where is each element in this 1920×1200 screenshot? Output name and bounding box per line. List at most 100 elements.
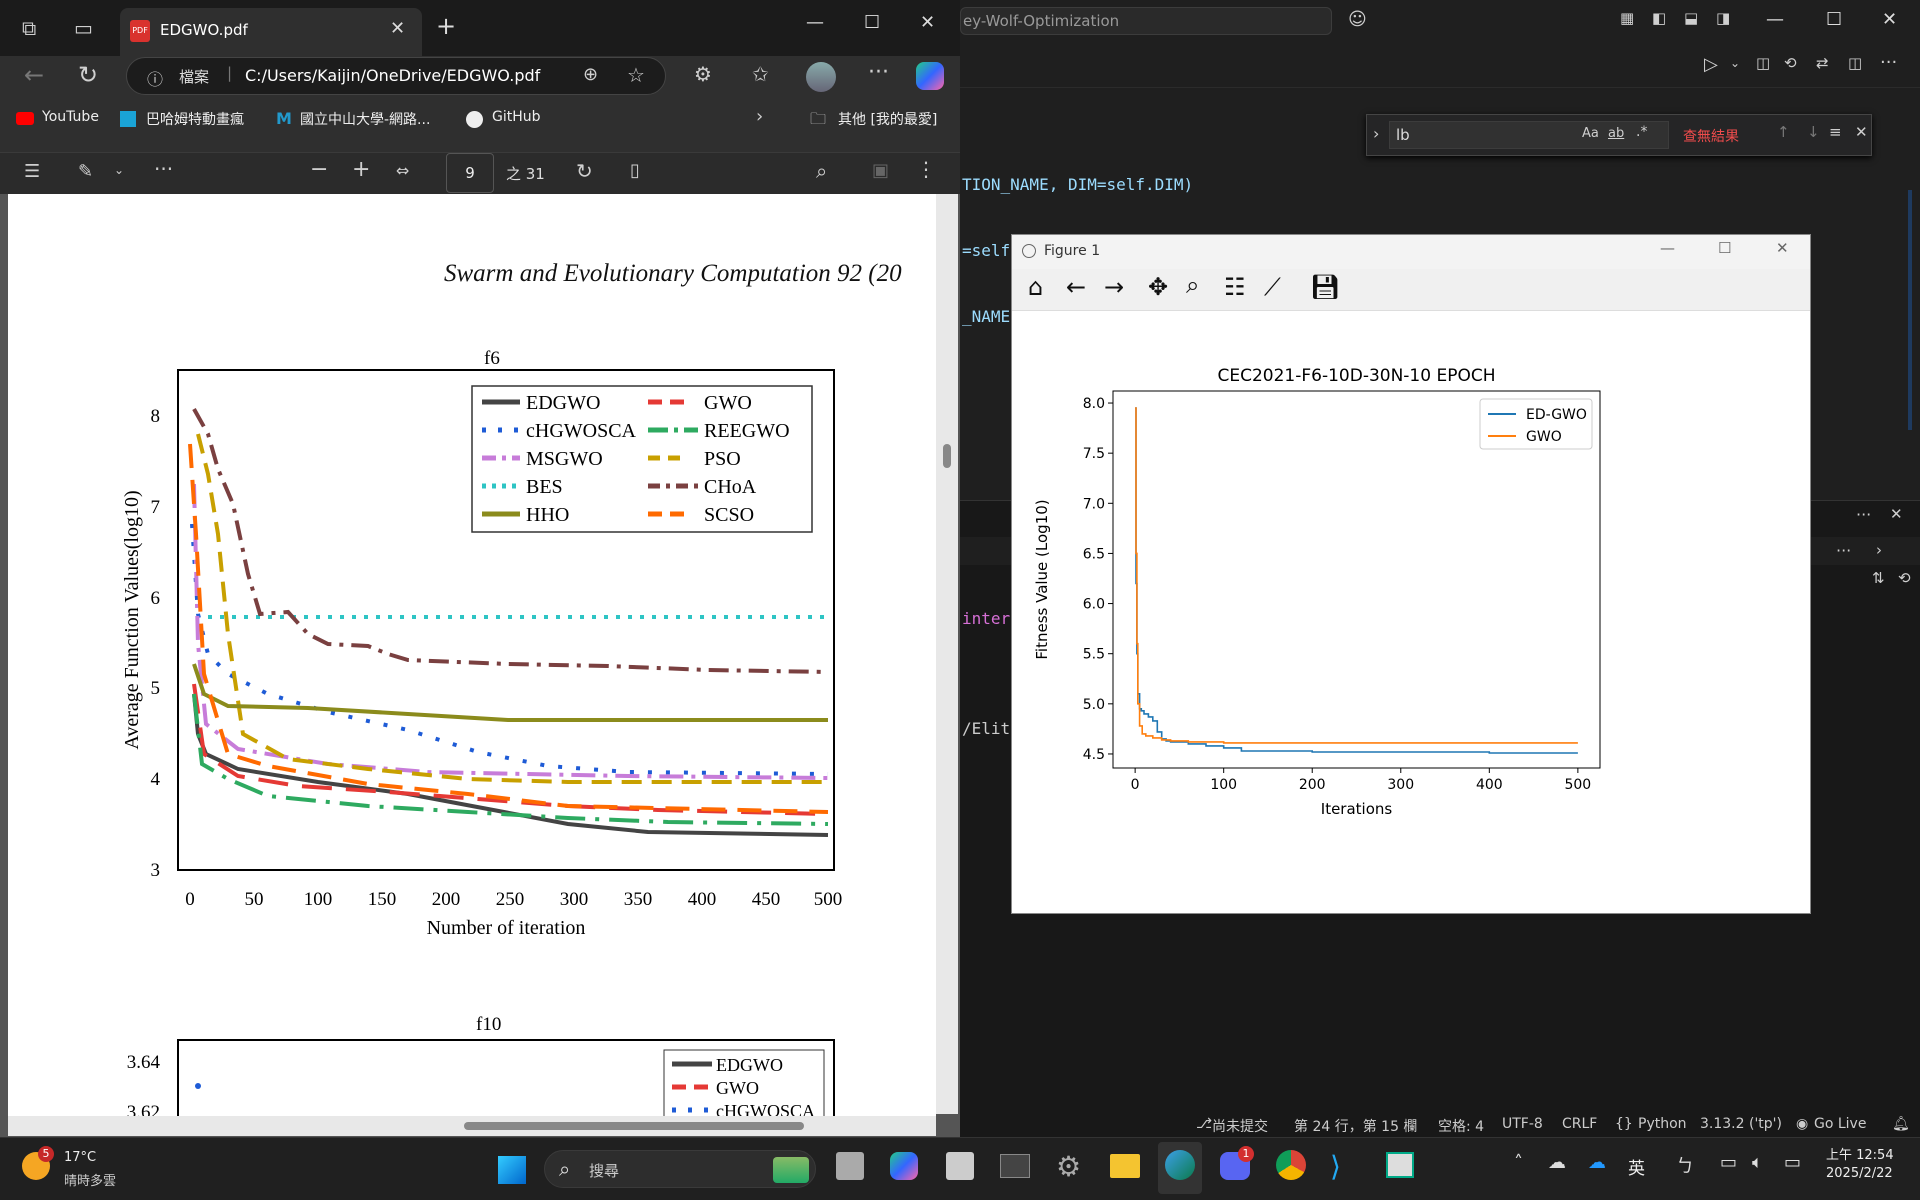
python-version[interactable]: 3.13.2 ('tp') xyxy=(1700,1116,1782,1132)
whole-word-icon[interactable]: ab xyxy=(1608,126,1624,141)
refresh-icon[interactable]: ↻ xyxy=(78,61,98,89)
maximize-icon[interactable]: ☐ xyxy=(864,12,880,33)
page-view-icon[interactable]: ▯ xyxy=(630,160,640,181)
back-icon[interactable]: ← xyxy=(24,61,44,89)
plot-canvas[interactable]: CEC2021-F6-10D-30N-10 EPOCH 0 100 200 300 400… xyxy=(1012,311,1810,913)
info-icon[interactable]: ⓘ xyxy=(147,66,163,90)
command-center[interactable]: ey-Wolf-Optimization xyxy=(960,7,1332,35)
store-icon[interactable] xyxy=(946,1152,974,1180)
ime-indicator[interactable]: 英 xyxy=(1628,1154,1645,1179)
address-bar[interactable]: ⓘ 檔案 | C:/Users/Kaijin/OneDrive/EDGWO.pd… xyxy=(126,57,666,95)
zoom-in-icon[interactable]: + xyxy=(352,157,370,182)
bookmark-bahamut[interactable]: 巴哈姆特動畫瘋 xyxy=(146,109,244,129)
figure-minimize-icon[interactable]: — xyxy=(1660,239,1675,257)
configure-subplots-icon[interactable]: ☷ xyxy=(1224,273,1246,301)
zoom-out-icon[interactable]: − xyxy=(310,157,328,182)
favorite-star-icon[interactable]: ☆ xyxy=(627,63,645,87)
terminal-chevron-icon[interactable]: › xyxy=(1876,541,1882,559)
horizontal-scroll-thumb[interactable] xyxy=(464,1122,804,1130)
address-text[interactable]: C:/Users/Kaijin/OneDrive/EDGWO.pdf xyxy=(245,66,540,85)
contents-icon[interactable]: ☰ xyxy=(24,161,40,182)
vscode-maximize-icon[interactable]: ☐ xyxy=(1826,9,1842,30)
bookmark-youtube[interactable]: YouTube xyxy=(42,109,99,125)
profile-avatar[interactable] xyxy=(806,62,836,92)
language-mode[interactable]: Python xyxy=(1638,1116,1687,1132)
favorites-icon[interactable]: ✩ xyxy=(752,62,769,86)
toggle-sidebar-icon[interactable]: ◧ xyxy=(1652,9,1666,27)
vscode-minimize-icon[interactable]: — xyxy=(1766,9,1784,30)
toggle-panel-icon[interactable]: ⬓ xyxy=(1684,9,1698,27)
horizontal-scrollbar[interactable] xyxy=(8,1116,936,1136)
chevron-right-icon[interactable]: › xyxy=(756,106,763,127)
bookmark-other[interactable]: 其他 [我的最愛] xyxy=(838,109,937,129)
toggle-replace-icon[interactable]: › xyxy=(1373,124,1379,143)
terminal-app-icon[interactable] xyxy=(1000,1154,1030,1178)
find-in-selection-icon[interactable]: ≡ xyxy=(1829,123,1842,141)
save-icon[interactable]: ▣ xyxy=(872,160,889,181)
git-status[interactable]: 尚未提交 xyxy=(1212,1116,1268,1136)
edit-axis-icon[interactable]: ⟋ xyxy=(1264,273,1281,301)
find-input[interactable]: lb Aa ab .* xyxy=(1389,121,1669,149)
vertical-tabs-icon[interactable]: ▭ xyxy=(74,16,93,40)
taskbar-search[interactable]: ⌕ 搜尋 xyxy=(544,1150,816,1188)
forward-arrow-icon[interactable]: → xyxy=(1104,273,1124,301)
go-live[interactable]: Go Live xyxy=(1814,1116,1866,1132)
layout-icon[interactable]: ▦ xyxy=(1620,9,1634,27)
copilot-chat-icon[interactable]: ☺ xyxy=(1348,9,1367,30)
zhuyin-icon[interactable]: ㄅ xyxy=(1676,1152,1694,1178)
new-tab-icon[interactable]: + xyxy=(436,12,456,40)
network-icon[interactable]: ▭ xyxy=(1720,1152,1737,1173)
fit-width-icon[interactable]: ⇔ xyxy=(396,161,409,180)
indentation[interactable]: 空格: 4 xyxy=(1438,1116,1484,1136)
cursor-position[interactable]: 第 24 行，第 15 欄 xyxy=(1294,1116,1417,1136)
copilot-icon[interactable] xyxy=(916,62,944,90)
more-tools-icon[interactable]: ··· xyxy=(154,157,173,181)
figure-maximize-icon[interactable]: ☐ xyxy=(1718,239,1731,257)
timeline-icon[interactable]: ⟲ xyxy=(1784,54,1797,72)
encoding[interactable]: UTF-8 xyxy=(1502,1116,1543,1132)
pan-icon[interactable]: ✥ xyxy=(1148,273,1168,301)
chevron-down-icon[interactable]: ⌄ xyxy=(114,163,124,177)
save-figure-icon[interactable]: 💾︎ xyxy=(1310,273,1340,301)
eol[interactable]: CRLF xyxy=(1562,1116,1597,1132)
home-icon[interactable]: ⌂ xyxy=(1028,273,1043,301)
notifications-icon[interactable]: 🔔︎ xyxy=(1892,1116,1910,1132)
workspaces-icon[interactable]: ⧉ xyxy=(22,16,36,40)
vscode-close-icon[interactable]: ✕ xyxy=(1882,9,1897,30)
terminal-history-icon[interactable]: ⟲ xyxy=(1898,569,1911,587)
extensions-icon[interactable]: ⚙ xyxy=(694,62,712,86)
split-editor-icon[interactable]: ◫ xyxy=(1848,54,1862,72)
run-icon[interactable]: ▷ xyxy=(1704,54,1718,75)
bookmark-nsysu[interactable]: 國立中山大學-網路... xyxy=(300,109,430,129)
panel-more-icon[interactable]: ··· xyxy=(1856,505,1871,524)
back-arrow-icon[interactable]: ← xyxy=(1066,273,1086,301)
match-case-icon[interactable]: Aa xyxy=(1582,126,1599,141)
battery-icon[interactable]: ▭ xyxy=(1784,1152,1801,1173)
regex-icon[interactable]: .* xyxy=(1636,124,1647,140)
page-number-input[interactable]: 9 xyxy=(446,153,494,193)
settings-icon[interactable]: ⚙ xyxy=(1056,1150,1081,1183)
run-chevron-icon[interactable]: ⌄ xyxy=(1730,56,1740,70)
next-match-icon[interactable]: ↓ xyxy=(1807,123,1820,141)
vertical-scroll-thumb[interactable] xyxy=(943,444,951,468)
close-find-icon[interactable]: ✕ xyxy=(1855,123,1868,141)
start-icon[interactable] xyxy=(498,1156,526,1184)
volume-icon[interactable]: 🔈︎ xyxy=(1752,1152,1763,1173)
more-pdf-icon[interactable]: ⋮ xyxy=(916,157,936,181)
toggle-secondary-icon[interactable]: ◨ xyxy=(1716,9,1730,27)
more-icon[interactable]: ··· xyxy=(868,60,889,85)
clock-time[interactable]: 上午 12:54 xyxy=(1826,1144,1894,1163)
compare-icon[interactable]: ⇄ xyxy=(1816,54,1829,72)
rotate-icon[interactable]: ↻ xyxy=(576,159,593,183)
open-changes-icon[interactable]: ◫ xyxy=(1756,54,1770,72)
editor-more-icon[interactable]: ··· xyxy=(1880,52,1897,73)
close-window-icon[interactable]: ✕ xyxy=(920,12,935,33)
panel-close-icon[interactable]: ✕ xyxy=(1890,505,1903,523)
bookmark-github[interactable]: GitHub xyxy=(492,109,541,125)
vertical-scrollbar[interactable] xyxy=(936,194,958,1114)
figure-close-icon[interactable]: ✕ xyxy=(1776,239,1789,257)
terminal-more-icon[interactable]: ··· xyxy=(1836,541,1851,560)
file-explorer-icon[interactable] xyxy=(1110,1154,1140,1178)
vscode-icon[interactable]: ⟩ xyxy=(1330,1150,1341,1183)
tray-chevron-icon[interactable]: ˄ xyxy=(1514,1152,1523,1173)
